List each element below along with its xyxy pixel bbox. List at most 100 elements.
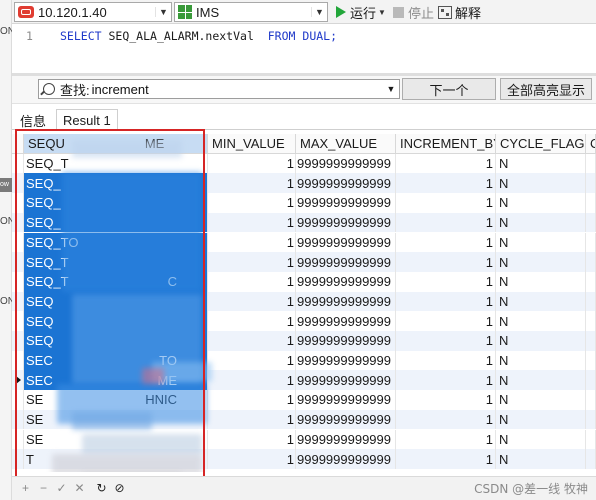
cell-truncated[interactable] — [586, 271, 596, 292]
cell-truncated[interactable] — [586, 449, 596, 469]
cell-cycle-flag[interactable]: N — [496, 291, 586, 312]
cell-min-value[interactable]: 1 — [208, 212, 296, 233]
cell-min-value[interactable]: 1 — [208, 252, 296, 272]
sql-editor[interactable]: 1 SELECT SEQ_ALA_ALARM.nextVal FROM DUAL… — [12, 24, 596, 73]
cell-cycle-flag[interactable]: N — [496, 252, 586, 272]
cell-truncated[interactable] — [586, 193, 596, 213]
cell-cycle-flag[interactable]: N — [496, 331, 586, 351]
cell-max-value[interactable]: 9999999999999 — [296, 390, 396, 410]
cell-cycle-flag[interactable]: N — [496, 173, 586, 194]
column-header-truncated[interactable]: C — [586, 134, 596, 154]
add-row-icon[interactable]: + — [20, 482, 31, 494]
apply-icon[interactable]: ✓ — [56, 482, 67, 494]
cell-cycle-flag[interactable]: N — [496, 350, 586, 371]
chevron-down-icon[interactable]: ▼ — [383, 84, 399, 94]
cell-max-value[interactable]: 9999999999999 — [296, 311, 396, 331]
cell-min-value[interactable]: 1 — [208, 153, 296, 174]
cell-min-value[interactable]: 1 — [208, 449, 296, 469]
cell-increment-by[interactable]: 1 — [396, 271, 496, 292]
delete-row-icon[interactable]: − — [38, 482, 49, 494]
cell-max-value[interactable]: 9999999999999 — [296, 291, 396, 312]
cell-max-value[interactable]: 9999999999999 — [296, 153, 396, 174]
cell-cycle-flag[interactable]: N — [496, 409, 586, 430]
cell-increment-by[interactable]: 1 — [396, 409, 496, 430]
cell-min-value[interactable]: 1 — [208, 409, 296, 430]
cell-increment-by[interactable]: 1 — [396, 252, 496, 272]
cell-min-value[interactable]: 1 — [208, 390, 296, 410]
cell-increment-by[interactable]: 1 — [396, 390, 496, 410]
cell-cycle-flag[interactable]: N — [496, 449, 586, 469]
sql-line[interactable]: SELECT SEQ_ALA_ALARM.nextVal FROM DUAL; — [60, 29, 337, 43]
refresh-icon[interactable]: ↻ — [96, 482, 107, 494]
schema-select[interactable]: IMS ▼ — [174, 2, 328, 22]
cell-increment-by[interactable]: 1 — [396, 232, 496, 253]
cell-truncated[interactable] — [586, 291, 596, 312]
cancel-icon[interactable]: ⊘ — [114, 482, 125, 494]
connection-select[interactable]: 10.120.1.40 ▼ — [14, 2, 172, 22]
cell-cycle-flag[interactable]: N — [496, 370, 586, 391]
cell-cycle-flag[interactable]: N — [496, 153, 586, 174]
cell-max-value[interactable]: 9999999999999 — [296, 449, 396, 469]
cell-max-value[interactable]: 9999999999999 — [296, 350, 396, 371]
cell-truncated[interactable] — [586, 350, 596, 371]
cell-cycle-flag[interactable]: N — [496, 212, 586, 233]
find-box[interactable]: 查找: ▼ — [38, 79, 400, 99]
cell-min-value[interactable]: 1 — [208, 173, 296, 194]
cell-cycle-flag[interactable]: N — [496, 390, 586, 410]
cell-increment-by[interactable]: 1 — [396, 449, 496, 469]
cell-max-value[interactable]: 9999999999999 — [296, 429, 396, 450]
cell-min-value[interactable]: 1 — [208, 370, 296, 391]
tab-info[interactable]: 信息 — [14, 110, 52, 130]
cell-increment-by[interactable]: 1 — [396, 331, 496, 351]
stop-button[interactable]: 停止 — [393, 3, 434, 21]
cell-truncated[interactable] — [586, 429, 596, 450]
cell-increment-by[interactable]: 1 — [396, 153, 496, 174]
chevron-down-icon[interactable]: ▼ — [378, 8, 386, 17]
cell-increment-by[interactable]: 1 — [396, 173, 496, 194]
cell-increment-by[interactable]: 1 — [396, 311, 496, 331]
cell-truncated[interactable] — [586, 390, 596, 410]
cell-cycle-flag[interactable]: N — [496, 232, 586, 253]
cell-increment-by[interactable]: 1 — [396, 350, 496, 371]
cell-min-value[interactable]: 1 — [208, 232, 296, 253]
cell-increment-by[interactable]: 1 — [396, 429, 496, 450]
cell-increment-by[interactable]: 1 — [396, 193, 496, 213]
cell-truncated[interactable] — [586, 173, 596, 194]
find-input[interactable] — [89, 81, 383, 97]
cell-min-value[interactable]: 1 — [208, 291, 296, 312]
cell-cycle-flag[interactable]: N — [496, 429, 586, 450]
cell-increment-by[interactable]: 1 — [396, 291, 496, 312]
cell-increment-by[interactable]: 1 — [396, 212, 496, 233]
find-next-button[interactable]: 下一个 — [402, 78, 496, 100]
column-header-min-value[interactable]: MIN_VALUE — [208, 134, 296, 154]
cell-min-value[interactable]: 1 — [208, 429, 296, 450]
chevron-down-icon[interactable]: ▼ — [155, 7, 171, 17]
cell-max-value[interactable]: 9999999999999 — [296, 271, 396, 292]
cell-increment-by[interactable]: 1 — [396, 370, 496, 391]
chevron-down-icon[interactable]: ▼ — [311, 7, 327, 17]
cell-max-value[interactable]: 9999999999999 — [296, 370, 396, 391]
cell-truncated[interactable] — [586, 212, 596, 233]
cell-max-value[interactable]: 9999999999999 — [296, 409, 396, 430]
cell-min-value[interactable]: 1 — [208, 311, 296, 331]
run-button[interactable]: 运行 ▼ — [336, 3, 386, 21]
cell-cycle-flag[interactable]: N — [496, 311, 586, 331]
cell-max-value[interactable]: 9999999999999 — [296, 232, 396, 253]
cell-max-value[interactable]: 9999999999999 — [296, 331, 396, 351]
cell-max-value[interactable]: 9999999999999 — [296, 252, 396, 272]
cell-truncated[interactable] — [586, 311, 596, 331]
cell-max-value[interactable]: 9999999999999 — [296, 212, 396, 233]
cell-truncated[interactable] — [586, 409, 596, 430]
cell-truncated[interactable] — [586, 331, 596, 351]
cell-max-value[interactable]: 9999999999999 — [296, 193, 396, 213]
column-header-max-value[interactable]: MAX_VALUE — [296, 134, 396, 154]
cell-max-value[interactable]: 9999999999999 — [296, 173, 396, 194]
cell-min-value[interactable]: 1 — [208, 350, 296, 371]
cell-truncated[interactable] — [586, 370, 596, 391]
cell-truncated[interactable] — [586, 232, 596, 253]
cell-truncated[interactable] — [586, 153, 596, 174]
cell-cycle-flag[interactable]: N — [496, 193, 586, 213]
highlight-all-button[interactable]: 全部高亮显示 — [500, 78, 592, 100]
cell-min-value[interactable]: 1 — [208, 271, 296, 292]
discard-icon[interactable]: ✕ — [74, 482, 85, 494]
